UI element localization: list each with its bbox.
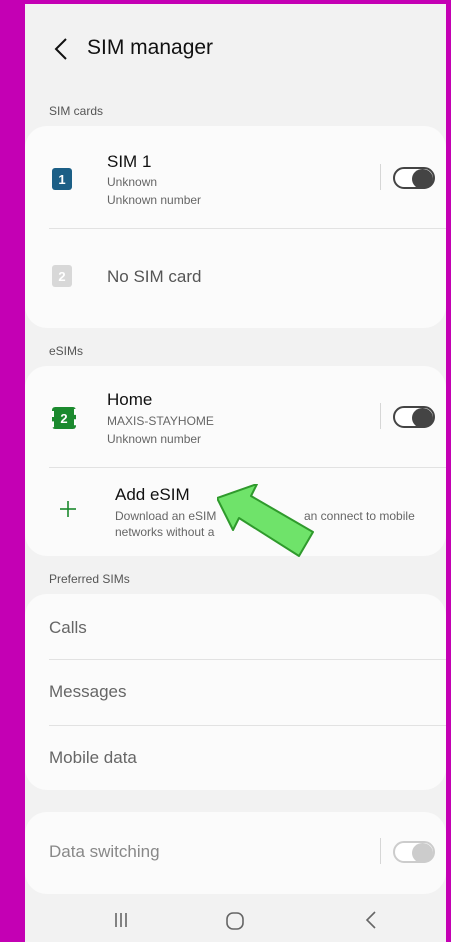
navigation-bar [25, 902, 446, 942]
esim-home-carrier: MAXIS-STAYHOME [107, 414, 214, 428]
preferred-card: Calls Messages Mobile data [25, 594, 446, 790]
page-title: SIM manager [87, 36, 214, 59]
vertical-divider [380, 838, 381, 864]
vertical-divider [380, 403, 381, 429]
sim-card-icon: 2 [52, 265, 72, 287]
esim-icon: 2 [52, 407, 76, 429]
phone-screen: SIM manager SIM cards 1 SIM 1 Unknown Un… [25, 4, 446, 942]
back-button[interactable] [49, 34, 73, 64]
sim1-status: Unknown [107, 175, 158, 189]
section-label-esims: eSIMs [49, 344, 84, 358]
sim1-name: SIM 1 [107, 152, 152, 171]
messages-row[interactable]: Messages [25, 660, 446, 725]
app-bar: SIM manager [25, 4, 446, 94]
esim-home-name: Home [107, 390, 153, 409]
home-icon [226, 912, 244, 930]
chevron-left-icon [54, 38, 67, 60]
mobile-data-label: Mobile data [49, 748, 137, 767]
data-switching-label: Data switching [49, 842, 160, 861]
mobile-data-row[interactable]: Mobile data [25, 726, 446, 790]
section-label-sim-cards: SIM cards [49, 104, 104, 118]
add-esim-desc-start: Download an eSIM [115, 509, 217, 523]
back-icon [365, 911, 376, 929]
sim2-row[interactable]: 2 No SIM card [25, 229, 446, 328]
add-esim-desc-line2: networks without a [115, 525, 215, 539]
data-switching-toggle[interactable] [393, 841, 435, 863]
section-label-preferred: Preferred SIMs [49, 572, 130, 586]
data-switching-row[interactable]: Data switching [25, 812, 446, 894]
back-nav-button[interactable] [363, 910, 379, 930]
esim-home-number: Unknown number [107, 432, 202, 446]
add-esim-desc-end: an connect to mobile [304, 509, 415, 523]
home-button[interactable] [224, 910, 246, 932]
messages-label: Messages [49, 682, 127, 701]
sim-cards-card: 1 SIM 1 Unknown Unknown number 2 No SIM … [25, 126, 446, 328]
data-switching-card: Data switching [25, 812, 446, 894]
plus-icon [60, 501, 76, 517]
sim1-row[interactable]: 1 SIM 1 Unknown Unknown number [25, 126, 446, 228]
recent-apps-icon [115, 913, 127, 927]
sim-card-icon: 1 [52, 168, 72, 190]
esim-home-toggle[interactable] [393, 406, 435, 428]
esim-home-row[interactable]: 2 Home MAXIS-STAYHOME Unknown number [25, 366, 446, 467]
calls-row[interactable]: Calls [25, 594, 446, 659]
sim1-number: Unknown number [107, 193, 202, 207]
sim1-toggle[interactable] [393, 167, 435, 189]
sim2-label: No SIM card [107, 267, 202, 286]
add-esim-title: Add eSIM [115, 485, 190, 504]
calls-label: Calls [49, 618, 87, 637]
arrow-pointer-icon [217, 484, 314, 557]
vertical-divider [380, 164, 381, 190]
recent-apps-button[interactable] [111, 910, 131, 930]
